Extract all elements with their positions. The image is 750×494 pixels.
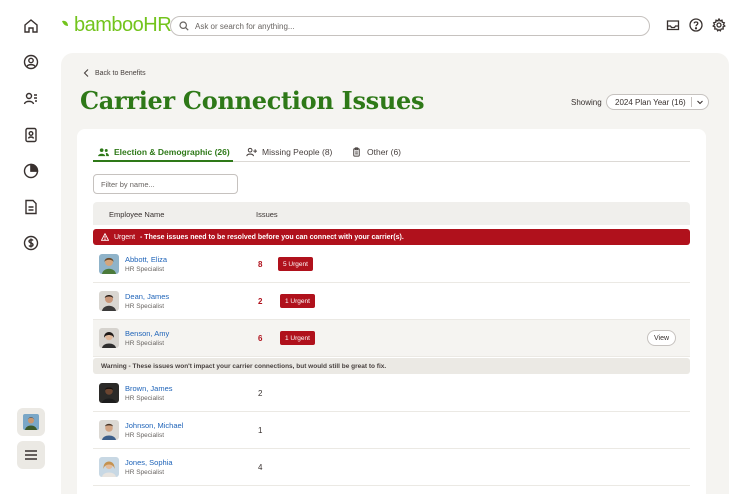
logo-text: bambooHR (74, 13, 172, 36)
left-nav-rail (0, 0, 62, 494)
employee-avatar (99, 457, 119, 477)
search-input[interactable] (195, 21, 615, 31)
employee-avatar (99, 291, 119, 311)
tab-label: Election & Demographic (26) (114, 147, 230, 157)
urgent-badge: 1 Urgent (280, 294, 315, 308)
employee-job-title: HR Specialist (125, 432, 165, 439)
tab-missing-people[interactable]: Missing People (8) (246, 142, 332, 162)
employee-avatar (99, 420, 119, 440)
page-title: Carrier Connection Issues (80, 86, 425, 115)
employee-job-title: HR Specialist (125, 303, 165, 310)
filter-by-name-input[interactable] (101, 179, 231, 189)
employee-job-title: HR Specialist (125, 340, 165, 347)
tab-other[interactable]: Other (6) (351, 142, 401, 162)
plan-year-value: 2024 Plan Year (16) (615, 97, 686, 107)
employee-name-link[interactable]: Johnson, Michael (125, 421, 183, 430)
issue-count: 6 (258, 334, 263, 343)
tab-label: Other (6) (367, 147, 402, 157)
issue-count: 2 (258, 389, 263, 398)
issue-count: 8 (258, 260, 263, 269)
employee-name-link[interactable]: Abbott, Eliza (125, 255, 167, 264)
table-row[interactable]: Benson, Amy HR Specialist 6 1 Urgent Vie… (93, 320, 690, 357)
settings-gear-icon[interactable] (711, 17, 727, 33)
employee-name-link[interactable]: Jones, Sophia (125, 458, 173, 467)
clipboard-icon (353, 147, 360, 157)
tab-bar: Election & Demographic (26) Missing Peop… (93, 129, 690, 162)
home-icon[interactable] (21, 16, 41, 36)
warning-triangle-icon (101, 233, 109, 241)
table-header: Employee Name Issues (93, 202, 690, 225)
badge-icon[interactable] (21, 125, 41, 145)
help-icon[interactable] (688, 17, 704, 33)
pie-chart-icon[interactable] (21, 161, 41, 181)
chevron-left-icon (83, 69, 89, 77)
employee-avatar (99, 383, 119, 403)
urgent-badge: 1 Urgent (280, 331, 315, 345)
active-tab-indicator (93, 160, 233, 162)
table-row[interactable]: Johnson, Michael HR Specialist 1 (93, 412, 690, 449)
search-icon (179, 21, 189, 31)
employee-avatar (99, 328, 119, 348)
chevron-down-icon (697, 100, 703, 105)
urgent-message: - These issues need to be resolved befor… (140, 233, 404, 241)
back-to-benefits-link[interactable]: Back to Benefits (83, 69, 146, 77)
showing-label: Showing (571, 98, 602, 107)
bamboohr-logo[interactable]: bambooHR (61, 13, 172, 36)
people-icon (98, 148, 109, 157)
urgent-banner: Urgent - These issues need to be resolve… (93, 229, 690, 245)
issue-count: 4 (258, 463, 263, 472)
user-avatar[interactable] (17, 408, 45, 436)
tab-label: Missing People (8) (262, 147, 333, 157)
table-row[interactable]: Dean, James HR Specialist 2 1 Urgent (93, 283, 690, 320)
tab-election-demographic[interactable]: Election & Demographic (26) (98, 142, 230, 162)
person-add-icon (246, 147, 257, 157)
document-icon[interactable] (21, 197, 41, 217)
people-icon[interactable] (21, 89, 41, 109)
employee-job-title: HR Specialist (125, 469, 165, 476)
back-link-label: Back to Benefits (95, 69, 146, 77)
main-panel: Back to Benefits Carrier Connection Issu… (61, 53, 729, 494)
employee-name-link[interactable]: Brown, James (125, 384, 173, 393)
dollar-icon[interactable] (21, 233, 41, 253)
employee-avatar (99, 254, 119, 274)
global-search[interactable] (170, 16, 650, 36)
employee-name-link[interactable]: Dean, James (125, 292, 169, 301)
urgent-label: Urgent (114, 233, 136, 241)
employee-job-title: HR Specialist (125, 395, 165, 402)
column-header-issues[interactable]: Issues (256, 210, 278, 219)
table-row[interactable]: Jones, Sophia HR Specialist 4 (93, 449, 690, 486)
filter-box[interactable] (93, 174, 238, 194)
table-row[interactable]: Brown, James HR Specialist 2 (93, 375, 690, 412)
issues-card: Election & Demographic (26) Missing Peop… (77, 129, 706, 494)
warning-banner: Warning - These issues won't impact your… (93, 358, 690, 374)
warning-message: Warning - These issues won't impact your… (101, 362, 387, 370)
employee-name-link[interactable]: Benson, Amy (125, 329, 169, 338)
inbox-icon[interactable] (665, 17, 681, 33)
employee-job-title: HR Specialist (125, 266, 165, 273)
person-circle-icon[interactable] (21, 52, 41, 72)
plan-year-select[interactable]: 2024 Plan Year (16) (606, 94, 709, 110)
urgent-badge: 5 Urgent (278, 257, 313, 271)
table-row[interactable]: Abbott, Eliza HR Specialist 8 5 Urgent (93, 246, 690, 283)
issue-count: 1 (258, 426, 263, 435)
issue-count: 2 (258, 297, 263, 306)
view-button[interactable]: View (647, 330, 676, 346)
hamburger-menu-icon[interactable] (17, 441, 45, 469)
column-header-employee-name[interactable]: Employee Name (109, 210, 164, 219)
